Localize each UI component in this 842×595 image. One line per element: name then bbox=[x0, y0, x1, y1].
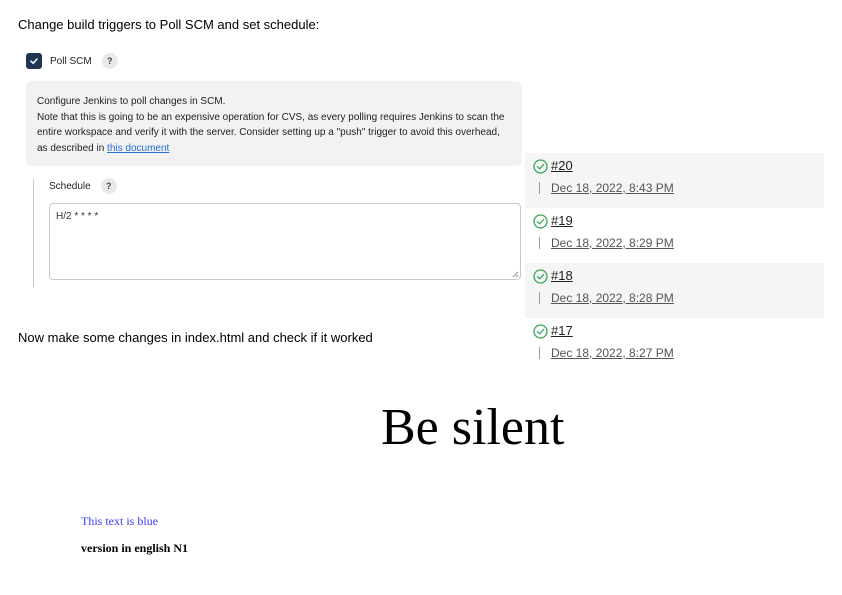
poll-scm-help-button[interactable]: ? bbox=[101, 53, 118, 69]
build-date-link[interactable]: Dec 18, 2022, 8:29 PM bbox=[551, 236, 674, 250]
build-row: #18 Dec 18, 2022, 8:28 PM bbox=[525, 263, 824, 318]
build-row: #17 Dec 18, 2022, 8:27 PM bbox=[525, 318, 824, 373]
poll-scm-help-box: Configure Jenkins to poll changes in SCM… bbox=[26, 81, 522, 166]
build-number-link[interactable]: #20 bbox=[551, 158, 573, 173]
success-icon bbox=[533, 269, 548, 284]
schedule-value: H/2 * * * * bbox=[56, 211, 99, 222]
schedule-row: Schedule ? bbox=[49, 178, 117, 194]
build-date-link[interactable]: Dec 18, 2022, 8:43 PM bbox=[551, 181, 674, 195]
schedule-help-button[interactable]: ? bbox=[100, 178, 117, 194]
check-icon bbox=[30, 58, 38, 65]
preview-version-text: version in english N1 bbox=[81, 541, 189, 555]
build-date-link[interactable]: Dec 18, 2022, 8:28 PM bbox=[551, 291, 674, 305]
preview-blue-text: This text is blue bbox=[81, 514, 158, 528]
preview-heading: Be silent bbox=[381, 399, 565, 456]
success-icon bbox=[533, 159, 548, 174]
build-row: #19 Dec 18, 2022, 8:29 PM bbox=[525, 208, 824, 263]
build-history: #20 Dec 18, 2022, 8:43 PM #19 Dec 18, 20… bbox=[525, 153, 824, 373]
intro-text: Change build triggers to Poll SCM and se… bbox=[18, 17, 320, 32]
timeline-bar bbox=[539, 182, 540, 194]
success-icon bbox=[533, 324, 548, 339]
section-divider bbox=[33, 179, 34, 287]
timeline-bar bbox=[539, 292, 540, 304]
success-icon bbox=[533, 214, 548, 229]
build-number-link[interactable]: #18 bbox=[551, 268, 573, 283]
help-line-2: Note that this is going to be an expensi… bbox=[37, 110, 510, 157]
timeline-bar bbox=[539, 347, 540, 359]
build-date-link[interactable]: Dec 18, 2022, 8:27 PM bbox=[551, 346, 674, 360]
this-document-link[interactable]: this document bbox=[107, 143, 169, 154]
build-number-link[interactable]: #19 bbox=[551, 213, 573, 228]
instruction-text: Now make some changes in index.html and … bbox=[18, 330, 373, 345]
poll-scm-label: Poll SCM bbox=[50, 55, 92, 67]
help-line-1: Configure Jenkins to poll changes in SCM… bbox=[37, 96, 226, 107]
build-row: #20 Dec 18, 2022, 8:43 PM bbox=[525, 153, 824, 208]
poll-scm-checkbox[interactable] bbox=[26, 53, 42, 69]
timeline-bar bbox=[539, 237, 540, 249]
resize-grip-icon[interactable] bbox=[512, 271, 519, 278]
schedule-label: Schedule bbox=[49, 180, 91, 192]
schedule-textarea[interactable]: H/2 * * * * bbox=[49, 203, 521, 280]
build-number-link[interactable]: #17 bbox=[551, 323, 573, 338]
poll-scm-row: Poll SCM ? bbox=[26, 53, 118, 69]
